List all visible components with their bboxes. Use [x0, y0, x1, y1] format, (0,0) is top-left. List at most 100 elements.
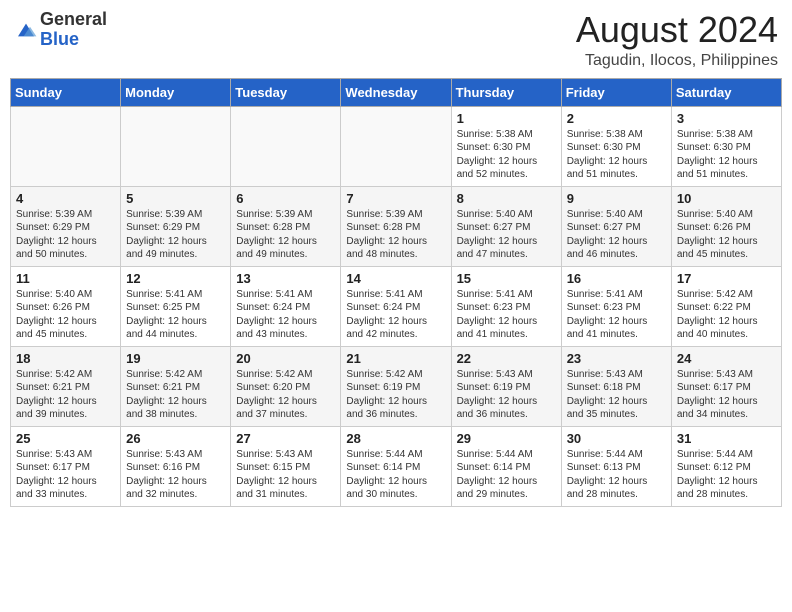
day-number: 23	[567, 351, 666, 366]
col-friday: Friday	[561, 78, 671, 106]
day-number: 16	[567, 271, 666, 286]
calendar-cell: 16Sunrise: 5:41 AM Sunset: 6:23 PM Dayli…	[561, 266, 671, 346]
calendar-cell: 12 Sunrise: 5:41 AM Sunset: 6:25 PM Dayli…	[121, 266, 231, 346]
day-info: Sunrise: 5:38 AM Sunset: 6:30 PM Dayligh…	[677, 128, 776, 182]
calendar-cell: 25Sunrise: 5:43 AM Sunset: 6:17 PM Dayli…	[11, 426, 121, 506]
calendar-cell	[121, 106, 231, 186]
calendar-cell: 6 Sunrise: 5:39 AM Sunset: 6:28 PM Daylig…	[231, 186, 341, 266]
calendar-cell: 20 Sunrise: 5:42 AM Sunset: 6:20 PM Dayli…	[231, 346, 341, 426]
title-block: August 2024 Tagudin, Ilocos, Philippines	[576, 10, 778, 70]
day-number: 3	[677, 111, 776, 126]
calendar-cell: 3 Sunrise: 5:38 AM Sunset: 6:30 PM Daylig…	[671, 106, 781, 186]
calendar-cell: 15 Sunrise: 5:41 AM Sunset: 6:23 PM Dayli…	[451, 266, 561, 346]
day-info: Sunrise: 5:40 AM Sunset: 6:27 PM Dayligh…	[457, 208, 556, 262]
day-info: Sunrise: 5:44 AM Sunset: 6:12 PM Dayligh…	[677, 448, 776, 502]
calendar-cell: 13Sunrise: 5:41 AM Sunset: 6:24 PM Dayli…	[231, 266, 341, 346]
day-number: 21	[346, 351, 445, 366]
calendar-cell: 17 Sunrise: 5:42 AM Sunset: 6:22 PM Dayli…	[671, 266, 781, 346]
day-info: Sunrise: 5:44 AM Sunset: 6:14 PM Dayligh…	[346, 448, 445, 502]
day-info: Sunrise: 5:42 AM Sunset: 6:20 PM Dayligh…	[236, 368, 335, 422]
day-number: 8	[457, 191, 556, 206]
day-number: 27	[236, 431, 335, 446]
day-number: 17	[677, 271, 776, 286]
logo-icon	[14, 20, 38, 40]
day-info: Sunrise: 5:44 AM Sunset: 6:14 PM Dayligh…	[457, 448, 556, 502]
day-info: Sunrise: 5:38 AM Sunset: 6:30 PM Dayligh…	[567, 128, 666, 182]
day-info: Sunrise: 5:40 AM Sunset: 6:26 PM Dayligh…	[677, 208, 776, 262]
calendar-cell: 22 Sunrise: 5:43 AM Sunset: 6:19 PM Dayli…	[451, 346, 561, 426]
page-header: General Blue August 2024 Tagudin, Ilocos…	[10, 10, 782, 70]
header-row: Sunday Monday Tuesday Wednesday Thursday…	[11, 78, 782, 106]
calendar-cell	[231, 106, 341, 186]
calendar-cell: 14 Sunrise: 5:41 AM Sunset: 6:24 PM Dayli…	[341, 266, 451, 346]
day-info: Sunrise: 5:43 AM Sunset: 6:15 PM Dayligh…	[236, 448, 335, 502]
day-number: 1	[457, 111, 556, 126]
calendar-cell: 8 Sunrise: 5:40 AM Sunset: 6:27 PM Daylig…	[451, 186, 561, 266]
col-monday: Monday	[121, 78, 231, 106]
calendar-body: 1 Sunrise: 5:38 AM Sunset: 6:30 PM Daylig…	[11, 106, 782, 506]
col-thursday: Thursday	[451, 78, 561, 106]
calendar-cell: 19Sunrise: 5:42 AM Sunset: 6:21 PM Dayli…	[121, 346, 231, 426]
col-wednesday: Wednesday	[341, 78, 451, 106]
day-number: 14	[346, 271, 445, 286]
day-number: 19	[126, 351, 225, 366]
calendar-header: Sunday Monday Tuesday Wednesday Thursday…	[11, 78, 782, 106]
day-number: 7	[346, 191, 445, 206]
day-number: 12	[126, 271, 225, 286]
day-info: Sunrise: 5:38 AM Sunset: 6:30 PM Dayligh…	[457, 128, 556, 182]
day-number: 9	[567, 191, 666, 206]
logo: General Blue	[14, 10, 107, 50]
calendar-cell: 2 Sunrise: 5:38 AM Sunset: 6:30 PM Daylig…	[561, 106, 671, 186]
day-number: 31	[677, 431, 776, 446]
day-number: 6	[236, 191, 335, 206]
day-number: 15	[457, 271, 556, 286]
day-number: 11	[16, 271, 115, 286]
day-info: Sunrise: 5:39 AM Sunset: 6:28 PM Dayligh…	[236, 208, 335, 262]
col-tuesday: Tuesday	[231, 78, 341, 106]
day-info: Sunrise: 5:43 AM Sunset: 6:19 PM Dayligh…	[457, 368, 556, 422]
day-info: Sunrise: 5:41 AM Sunset: 6:24 PM Dayligh…	[236, 288, 335, 342]
calendar-table: Sunday Monday Tuesday Wednesday Thursday…	[10, 78, 782, 507]
day-info: Sunrise: 5:41 AM Sunset: 6:25 PM Dayligh…	[126, 288, 225, 342]
day-number: 22	[457, 351, 556, 366]
day-number: 20	[236, 351, 335, 366]
day-info: Sunrise: 5:39 AM Sunset: 6:28 PM Dayligh…	[346, 208, 445, 262]
day-number: 5	[126, 191, 225, 206]
day-number: 10	[677, 191, 776, 206]
calendar-cell: 9Sunrise: 5:40 AM Sunset: 6:27 PM Daylig…	[561, 186, 671, 266]
day-number: 4	[16, 191, 115, 206]
calendar-cell: 31 Sunrise: 5:44 AM Sunset: 6:12 PM Dayli…	[671, 426, 781, 506]
calendar-cell: 1 Sunrise: 5:38 AM Sunset: 6:30 PM Daylig…	[451, 106, 561, 186]
calendar-cell: 29 Sunrise: 5:44 AM Sunset: 6:14 PM Dayli…	[451, 426, 561, 506]
logo-blue-text: Blue	[40, 29, 79, 49]
day-info: Sunrise: 5:43 AM Sunset: 6:17 PM Dayligh…	[677, 368, 776, 422]
calendar-cell: 4 Sunrise: 5:39 AM Sunset: 6:29 PM Daylig…	[11, 186, 121, 266]
calendar-cell: 18Sunrise: 5:42 AM Sunset: 6:21 PM Dayli…	[11, 346, 121, 426]
day-info: Sunrise: 5:42 AM Sunset: 6:19 PM Dayligh…	[346, 368, 445, 422]
week-row-3: 11 Sunrise: 5:40 AM Sunset: 6:26 PM Dayli…	[11, 266, 782, 346]
day-number: 30	[567, 431, 666, 446]
col-sunday: Sunday	[11, 78, 121, 106]
day-info: Sunrise: 5:44 AM Sunset: 6:13 PM Dayligh…	[567, 448, 666, 502]
calendar-cell: 5Sunrise: 5:39 AM Sunset: 6:29 PM Daylig…	[121, 186, 231, 266]
day-info: Sunrise: 5:39 AM Sunset: 6:29 PM Dayligh…	[16, 208, 115, 262]
day-number: 2	[567, 111, 666, 126]
week-row-5: 25Sunrise: 5:43 AM Sunset: 6:17 PM Dayli…	[11, 426, 782, 506]
day-info: Sunrise: 5:41 AM Sunset: 6:23 PM Dayligh…	[457, 288, 556, 342]
week-row-2: 4 Sunrise: 5:39 AM Sunset: 6:29 PM Daylig…	[11, 186, 782, 266]
calendar-cell: 21 Sunrise: 5:42 AM Sunset: 6:19 PM Dayli…	[341, 346, 451, 426]
day-info: Sunrise: 5:41 AM Sunset: 6:24 PM Dayligh…	[346, 288, 445, 342]
calendar-cell: 10 Sunrise: 5:40 AM Sunset: 6:26 PM Dayli…	[671, 186, 781, 266]
day-info: Sunrise: 5:40 AM Sunset: 6:26 PM Dayligh…	[16, 288, 115, 342]
day-number: 26	[126, 431, 225, 446]
day-info: Sunrise: 5:42 AM Sunset: 6:22 PM Dayligh…	[677, 288, 776, 342]
day-info: Sunrise: 5:42 AM Sunset: 6:21 PM Dayligh…	[16, 368, 115, 422]
calendar-cell	[341, 106, 451, 186]
week-row-1: 1 Sunrise: 5:38 AM Sunset: 6:30 PM Daylig…	[11, 106, 782, 186]
calendar-cell: 7 Sunrise: 5:39 AM Sunset: 6:28 PM Daylig…	[341, 186, 451, 266]
calendar-cell: 24Sunrise: 5:43 AM Sunset: 6:17 PM Dayli…	[671, 346, 781, 426]
day-number: 28	[346, 431, 445, 446]
location-title: Tagudin, Ilocos, Philippines	[576, 52, 778, 70]
day-number: 29	[457, 431, 556, 446]
calendar-cell	[11, 106, 121, 186]
